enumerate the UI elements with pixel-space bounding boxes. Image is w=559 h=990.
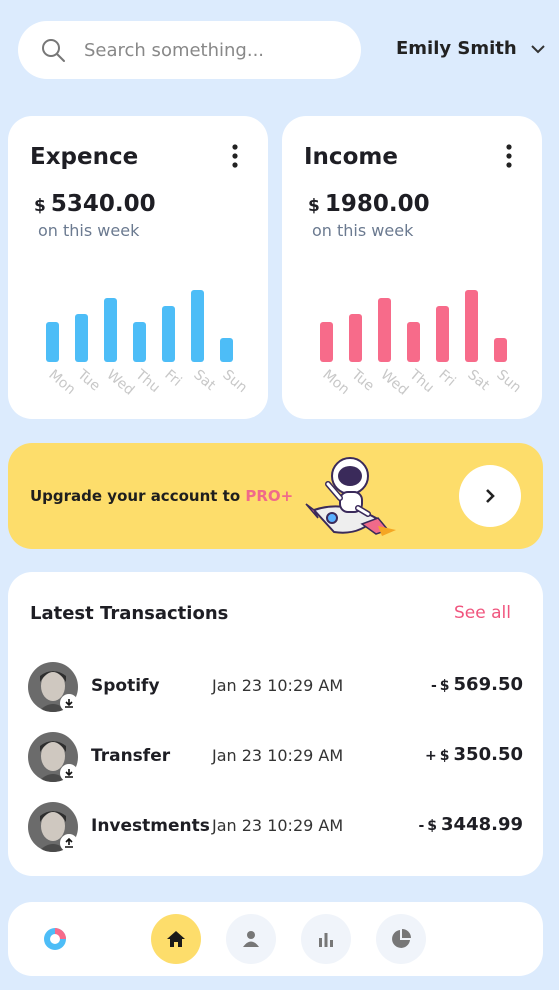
see-all-link[interactable]: See all [454,603,511,623]
day-label: Thu [406,366,437,396]
amount-sign: - [418,818,425,834]
bar-thu [133,322,146,362]
more-options-icon[interactable] [504,144,514,168]
day-label: Sat [464,367,492,394]
bar-fri [436,306,449,362]
user-icon [243,931,259,947]
period-label: on this week [312,221,414,240]
currency: $ [34,196,46,216]
user-name: Emily Smith [396,38,517,59]
upgrade-button[interactable] [459,465,521,527]
search-bar[interactable] [18,21,361,79]
upgrade-banner[interactable]: Upgrade your account to PRO+ [8,443,543,549]
nav-reports[interactable] [376,914,426,964]
currency: $ [439,678,450,694]
bar-sun [220,338,233,362]
user-menu[interactable]: Emily Smith [396,38,545,59]
search-icon [42,39,65,62]
amount: $1980.00 [308,191,430,217]
more-options-icon[interactable] [230,144,240,168]
card-title: Expence [30,144,139,170]
upgrade-text: Upgrade your account to PRO+ [30,487,293,505]
day-label: Thu [132,366,163,396]
currency: $ [308,196,320,216]
day-label: Sat [190,367,218,394]
astronaut-rocket-illustration [305,457,396,536]
transaction-row[interactable]: Transfer Jan 23 10:29 AM + $350.50 [8,730,543,786]
bar-tue [349,314,362,362]
nav-profile[interactable] [226,914,276,964]
transaction-row[interactable]: Spotify Jan 23 10:29 AM - $569.50 [8,660,543,716]
bar-fri [162,306,175,362]
day-label: Wed [103,367,137,399]
search-input[interactable] [82,38,336,62]
day-label: Sun [493,367,524,396]
bar-sat [465,290,478,362]
amount-value: 3448.99 [441,814,523,835]
transaction-name: Spotify [91,676,160,696]
transaction-date: Jan 23 10:29 AM [212,816,344,835]
day-label: Fri [161,367,184,390]
amount-value: 5340.00 [50,191,156,217]
day-label: Sun [219,367,250,396]
upgrade-label: Upgrade your account to [30,487,246,505]
bar-wed [104,298,117,362]
transaction-amount: - $569.50 [431,674,523,695]
pro-highlight: PRO+ [245,487,294,505]
transaction-name: Transfer [91,746,171,766]
day-label: Tue [348,366,377,394]
nav-home[interactable] [151,914,201,964]
bar-sat [191,290,204,362]
day-label: Wed [377,367,411,399]
expense-bar-chart: MonTue WedThuFri Sat Sun [45,290,250,399]
transaction-row[interactable]: Investments Jan 23 10:29 AM - $3448.99 [8,800,543,856]
income-card: Income $1980.00 on this week Mon Tue Wed Th… [282,116,542,419]
transaction-date: Jan 23 10:29 AM [212,676,344,695]
section-title: Latest Transactions [30,603,229,624]
download-icon [60,764,78,782]
card-title: Income [304,144,398,170]
bar-sun [494,338,507,362]
bar-thu [407,322,420,362]
amount-value: 350.50 [453,744,523,765]
day-label: Mon [319,367,352,398]
transaction-date: Jan 23 10:29 AM [212,746,344,765]
bar-chart-icon [319,933,333,947]
bar-mon [46,322,59,362]
income-bar-chart: MonTue WedThuFri Sat Sun [319,290,524,399]
home-icon [167,931,185,947]
amount-value: 569.50 [453,674,523,695]
amount-sign: - [430,678,437,694]
chevron-right-icon [486,489,495,503]
pie-chart-icon [392,929,411,948]
day-label: Fri [435,367,458,390]
upload-icon [60,834,78,852]
day-label: Tue [74,366,103,394]
transaction-name: Investments [91,816,210,836]
transaction-amount: + $350.50 [425,744,523,765]
chevron-down-icon [530,44,545,53]
bar-wed [378,298,391,362]
currency: $ [439,748,450,764]
amount: $5340.00 [34,191,156,217]
period-label: on this week [38,221,140,240]
transactions-card: Latest Transactions See all Spotify Jan … [8,572,543,876]
amount-sign: + [425,748,437,764]
nav-stats[interactable] [301,914,351,964]
app-logo-icon [44,928,66,950]
day-label: Mon [45,367,78,398]
download-icon [60,694,78,712]
currency: $ [427,818,438,834]
bottom-navigation [8,902,543,976]
amount-value: 1980.00 [324,191,430,217]
expense-card: Expence $5340.00 on this week Mon Tue Wed T… [8,116,268,419]
bar-tue [75,314,88,362]
bar-mon [320,322,333,362]
transaction-amount: - $3448.99 [418,814,523,835]
